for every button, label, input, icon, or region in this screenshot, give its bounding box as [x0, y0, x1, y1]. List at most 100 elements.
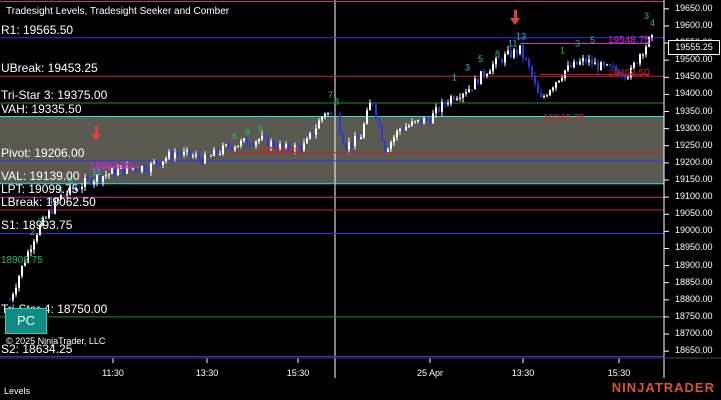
price-tick-label: 18900.00 [675, 259, 713, 270]
candle-body [342, 133, 344, 145]
candle-body [180, 153, 182, 155]
candle-body [378, 118, 380, 126]
chart-panel[interactable]: 2 3 4 5 6 11 6 8 9 7 8 1 3 5 8 11 13 1 3 5 3 4 Tradesight Lev… [0, 0, 721, 400]
candle-body [390, 141, 392, 150]
count-marker: 4 [650, 18, 655, 28]
candle-body [318, 120, 320, 129]
candle-body [537, 83, 539, 94]
candle-body [609, 64, 611, 67]
price-tick-label: 18750.00 [675, 310, 713, 321]
candle-body [531, 66, 533, 76]
candle-body [405, 127, 407, 131]
candle-body [522, 45, 524, 58]
candle-body [426, 118, 428, 120]
candle-body [363, 123, 365, 138]
candle-body [375, 104, 377, 119]
price-tick-label: 18950.00 [675, 242, 713, 253]
candle-body [468, 89, 470, 93]
last-price-marker: 19555.25 [668, 40, 720, 55]
pc-button[interactable]: PC [5, 308, 47, 334]
candle-body [150, 163, 152, 172]
candle-body [204, 154, 206, 164]
candle-body [486, 74, 488, 77]
candle-body [588, 59, 590, 63]
candle-body [159, 163, 161, 166]
candle-body [183, 151, 185, 155]
price-tick-label: 19400.00 [675, 88, 713, 99]
candle-body [168, 151, 170, 159]
tab-levels[interactable]: Levels [4, 386, 30, 396]
candle-body [489, 71, 491, 75]
candle-body [30, 249, 32, 252]
candle-body [510, 50, 512, 58]
candle-body [213, 149, 215, 156]
candle-body [141, 165, 143, 172]
price-annotation: 19187.50 [90, 161, 132, 173]
candle-body [402, 129, 404, 131]
candle-body [606, 64, 608, 66]
candle-body [393, 137, 395, 142]
candle-body [267, 136, 269, 147]
candle-body [420, 119, 422, 124]
price-annotation: 19340.75 [543, 113, 585, 125]
level-label: S1: 18993.75 [1, 218, 73, 233]
candle-body [417, 119, 419, 122]
candle-body [198, 154, 200, 159]
candle-body [21, 265, 23, 277]
ninjatrader-logo: NINJATRADER [611, 380, 715, 395]
level-label: LPT: 19099.75 [1, 182, 79, 197]
candle-body [459, 97, 461, 99]
price-chart[interactable]: 23456116 8 9781358111313 534 [0, 0, 721, 378]
candle-body [309, 133, 311, 139]
candle-body [144, 165, 146, 171]
level-label: LBreak: 19062.50 [1, 194, 96, 209]
candle-body [252, 145, 254, 147]
candle-body [435, 107, 437, 114]
level-label: UBreak: 19453.25 [1, 61, 98, 76]
candle-body [540, 93, 542, 97]
candle-body [381, 125, 383, 142]
candle-body [561, 78, 563, 81]
price-tick-label: 18650.00 [675, 345, 713, 356]
candle-body [324, 113, 326, 118]
candle-body [174, 152, 176, 159]
candle-body [534, 75, 536, 84]
count-marker: 3 [465, 62, 470, 72]
candle-body [558, 80, 560, 83]
price-tick-label: 19300.00 [675, 122, 713, 133]
candle-body [354, 136, 356, 146]
candle-body [525, 57, 527, 60]
candle-body [312, 133, 314, 135]
candle-body [570, 65, 572, 68]
candle-body [462, 93, 464, 98]
candle-body [555, 82, 557, 88]
candle-body [372, 102, 374, 105]
price-tick-label: 19100.00 [675, 191, 713, 202]
candle-body [480, 71, 482, 85]
candle-body [81, 186, 83, 189]
candle-body [12, 294, 14, 300]
candle-body [48, 210, 50, 218]
count-marker: 5 [590, 35, 595, 45]
candle-body [36, 234, 38, 242]
candle-body [300, 145, 302, 151]
candle-body [396, 130, 398, 138]
candle-body [258, 139, 260, 142]
candle-body [642, 54, 644, 56]
price-tick-label: 18800.00 [675, 293, 713, 304]
price-tick-label: 18850.00 [675, 276, 713, 287]
candle-body [153, 161, 155, 164]
candle-body [384, 141, 386, 153]
candle-body [171, 151, 173, 159]
candle-body [222, 145, 224, 154]
count-marker: 13 [516, 32, 526, 42]
candle-body [234, 147, 236, 150]
candle-body [249, 144, 251, 146]
candle-body [108, 173, 110, 175]
candle-body [135, 168, 137, 171]
candle-body [165, 158, 167, 162]
candle-body [360, 137, 362, 140]
candle-body [456, 98, 458, 100]
count-marker: 8 [495, 49, 500, 59]
count-marker: 1 [560, 45, 565, 55]
